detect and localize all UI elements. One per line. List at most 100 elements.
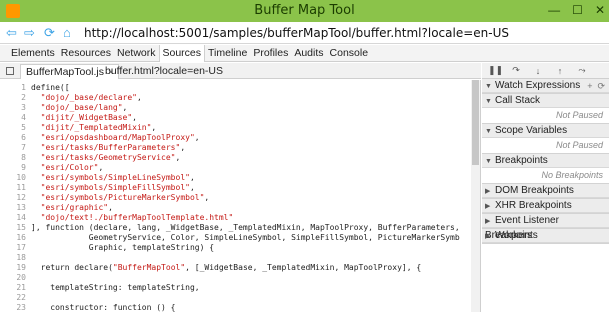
line-number[interactable]: 8 (0, 153, 26, 163)
line-number[interactable]: 5 (0, 123, 26, 133)
code-line: "esri/symbols/SimpleLineSymbol", (40, 173, 195, 182)
code-content[interactable]: define([ "dojo/_base/declare", "dojo/_ba… (31, 83, 460, 312)
section-title: Call Stack (495, 95, 541, 106)
section-title: Scope Variables (495, 125, 568, 136)
code-line: "dojo/text!./bufferMapToolTemplate.html" (40, 213, 234, 222)
section-status-text: No Breakpoints (482, 168, 609, 183)
close-icon[interactable]: ✕ (595, 3, 605, 17)
toggle-navigator-icon[interactable] (6, 67, 14, 75)
line-number[interactable]: 2 (0, 93, 26, 103)
maximize-icon[interactable]: ☐ (572, 3, 583, 17)
file-tab-label: buffer.html?locale=en-US (105, 65, 224, 77)
code-line: "esri/tasks/GeometryService", (40, 153, 181, 162)
code-line: return declare("BufferMapTool", [_Widget… (31, 263, 422, 272)
line-number[interactable]: 4 (0, 113, 26, 123)
line-number[interactable]: 10 (0, 173, 26, 183)
title-bar: Buffer Map Tool — ☐ ✕ (0, 0, 609, 22)
debugger-sidebar: ❚❚ ↷ ↓ ↑ ⤳ ▼ Watch Expressions + ⟳ ▼ Call Sta… (482, 63, 609, 312)
section-header[interactable]: ▶ XHR Breakpoints (482, 199, 609, 213)
tab-elements[interactable]: Elements (8, 45, 58, 62)
line-number[interactable]: 7 (0, 143, 26, 153)
line-number[interactable]: 19 (0, 263, 26, 273)
code-line: "dijit/_TemplatedMixin", (40, 123, 157, 132)
section-header[interactable]: ▼ Watch Expressions + ⟳ (482, 79, 609, 93)
section-header[interactable]: ▼ Scope Variables (482, 124, 609, 138)
debugger-section: ▶Event Listener Breakpoints (482, 214, 609, 241)
editor-scrollbar[interactable] (471, 80, 480, 312)
line-number[interactable]: 1 (0, 83, 26, 93)
collapsed-triangle-icon[interactable]: ▶ (485, 185, 492, 199)
collapsed-triangle-icon[interactable]: ▶ (485, 200, 492, 214)
code-line: GeometryService, Color, SimpleLineSymbol… (31, 233, 460, 242)
expanded-triangle-icon[interactable]: ▼ (485, 95, 492, 109)
section-header[interactable]: ▶Event Listener Breakpoints (482, 214, 609, 241)
line-number[interactable]: 9 (0, 163, 26, 173)
tab-profiles[interactable]: Profiles (250, 45, 291, 62)
line-number[interactable]: 14 (0, 213, 26, 223)
collapsed-triangle-icon[interactable]: ▶ (485, 230, 492, 244)
section-header[interactable]: ▶ DOM Breakpoints (482, 184, 609, 198)
line-number[interactable]: 22 (0, 293, 26, 303)
forward-icon[interactable]: ⇨ (24, 25, 35, 41)
section-header[interactable]: ▼ Breakpoints (482, 154, 609, 168)
line-number[interactable]: 11 (0, 183, 26, 193)
expanded-triangle-icon[interactable]: ▼ (485, 80, 492, 94)
expanded-triangle-icon[interactable]: ▼ (485, 125, 492, 139)
line-number[interactable]: 17 (0, 243, 26, 253)
code-editor[interactable]: 1 2 3 4 5 6 7 8 9 10 11 12 13 14 15 16 17 18 19 20 21 22 23 de… (0, 80, 481, 312)
line-number[interactable]: 16 (0, 233, 26, 243)
line-number[interactable]: 13 (0, 203, 26, 213)
add-watch-icon[interactable]: + (587, 81, 592, 91)
line-number[interactable]: 18 (0, 253, 26, 263)
debugger-toolbar: ❚❚ ↷ ↓ ↑ ⤳ (482, 63, 609, 79)
debugger-section: ▼ Call Stack Not Paused (482, 94, 609, 124)
pause-icon[interactable]: ❚❚ (488, 65, 503, 76)
section-header[interactable]: ▼ Call Stack (482, 94, 609, 108)
step-out-icon[interactable]: ↑ (554, 66, 566, 76)
code-line: "esri/opsdashboard/MapToolProxy", (40, 133, 200, 142)
refresh-icon[interactable]: ⟳ (44, 25, 55, 41)
expanded-triangle-icon[interactable]: ▼ (485, 155, 492, 169)
editor-scrollbar-thumb[interactable] (472, 80, 479, 165)
step-into-icon[interactable]: ↓ (532, 66, 544, 76)
home-icon[interactable]: ⌂ (63, 25, 71, 40)
code-line: templateString: templateString, (31, 283, 200, 292)
line-number[interactable]: 6 (0, 133, 26, 143)
step-over-icon[interactable]: ↷ (510, 65, 522, 76)
code-line: "esri/symbols/PictureMarkerSymbol", (40, 193, 210, 202)
section-status-text: Not Paused (482, 108, 609, 123)
debugger-section: ▶ Workers (482, 229, 609, 244)
code-line: "dijit/_WidgetBase", (40, 113, 137, 122)
deactivate-breakpoints-icon[interactable]: ⤳ (576, 65, 588, 76)
code-line: "esri/graphic", (40, 203, 113, 212)
line-number-gutter[interactable]: 1 2 3 4 5 6 7 8 9 10 11 12 13 14 15 16 17 18 19 20 21 22 23 (0, 83, 26, 312)
minimize-icon[interactable]: — (548, 3, 560, 17)
line-number[interactable]: 12 (0, 193, 26, 203)
watch-actions: + ⟳ (587, 79, 605, 93)
url-field[interactable]: http://localhost:5001/samples/bufferMapT… (84, 26, 509, 40)
tab-timeline[interactable]: Timeline (205, 45, 250, 62)
section-header[interactable]: ▶ Workers (482, 229, 609, 243)
line-number[interactable]: 20 (0, 273, 26, 283)
debugger-sections: ▼ Watch Expressions + ⟳ ▼ Call Stack Not Pause… (482, 79, 609, 244)
line-number[interactable]: 21 (0, 283, 26, 293)
code-line: "esri/symbols/SimpleFillSymbol", (40, 183, 195, 192)
tab-sources[interactable]: Sources (158, 44, 206, 62)
tab-network[interactable]: Network (114, 45, 159, 62)
line-number[interactable]: 3 (0, 103, 26, 113)
tab-console[interactable]: Console (327, 45, 372, 62)
address-bar: ⇦ ⇨ ⟳ ⌂ http://localhost:5001/samples/bu… (0, 22, 609, 44)
line-number[interactable]: 15 (0, 223, 26, 233)
debugger-section: ▼ Scope Variables Not Paused (482, 124, 609, 154)
section-title: Breakpoints (495, 155, 548, 166)
refresh-watch-icon[interactable]: ⟳ (597, 81, 605, 91)
section-title: XHR Breakpoints (495, 200, 572, 211)
back-icon[interactable]: ⇦ (6, 25, 17, 41)
collapsed-triangle-icon[interactable]: ▶ (485, 215, 492, 229)
tab-resources[interactable]: Resources (58, 45, 114, 62)
tab-audits[interactable]: Audits (291, 45, 326, 62)
code-line: "dojo/_base/declare", (40, 93, 142, 102)
file-tab-buffer-html[interactable]: buffer.html?locale=en-US (100, 64, 228, 79)
section-title: DOM Breakpoints (495, 185, 574, 196)
line-number[interactable]: 23 (0, 303, 26, 312)
